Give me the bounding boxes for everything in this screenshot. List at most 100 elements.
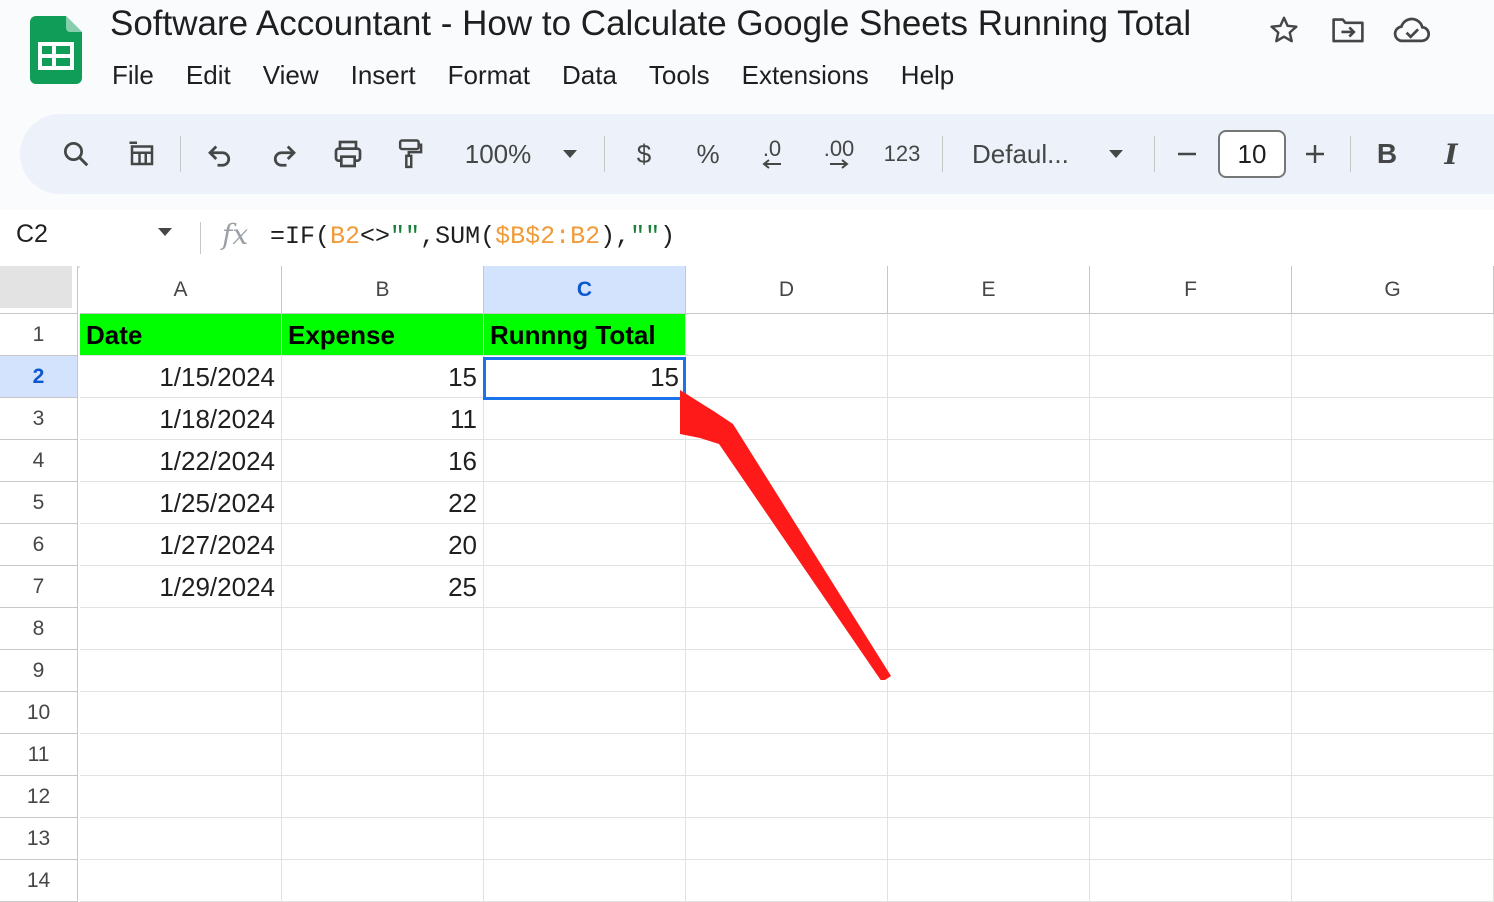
formula-input[interactable]: =IF(B2<>"",SUM($B$2:B2),"") [270, 222, 675, 251]
cell-c6[interactable] [484, 524, 686, 566]
cell-f7[interactable] [1090, 566, 1292, 608]
cell-e5[interactable] [888, 482, 1090, 524]
cell-c11[interactable] [484, 734, 686, 776]
cell-e12[interactable] [888, 776, 1090, 818]
cell-c10[interactable] [484, 692, 686, 734]
cell-g2[interactable] [1292, 356, 1494, 398]
select-all-corner[interactable] [0, 266, 78, 314]
cell-g12[interactable] [1292, 776, 1494, 818]
cell-f11[interactable] [1090, 734, 1292, 776]
print-icon[interactable] [328, 134, 368, 174]
menu-file[interactable]: File [96, 54, 170, 98]
currency-button[interactable]: $ [628, 134, 660, 174]
cell-b12[interactable] [282, 776, 484, 818]
cell-d11[interactable] [686, 734, 888, 776]
cell-b11[interactable] [282, 734, 484, 776]
cell-e1[interactable] [888, 314, 1090, 356]
column-header-e[interactable]: E [888, 266, 1090, 314]
column-header-f[interactable]: F [1090, 266, 1292, 314]
cell-a6[interactable]: 1/27/2024 [80, 524, 282, 566]
cell-f6[interactable] [1090, 524, 1292, 566]
cell-c9[interactable] [484, 650, 686, 692]
google-sheets-logo[interactable] [30, 16, 82, 84]
cell-e3[interactable] [888, 398, 1090, 440]
cell-d12[interactable] [686, 776, 888, 818]
italic-button[interactable]: I [1436, 134, 1466, 174]
cell-f8[interactable] [1090, 608, 1292, 650]
font-family-select[interactable]: Defaul... [972, 134, 1084, 174]
cell-e7[interactable] [888, 566, 1090, 608]
table-icon[interactable] [122, 134, 162, 174]
menu-format[interactable]: Format [432, 54, 546, 98]
cell-c13[interactable] [484, 818, 686, 860]
cell-a8[interactable] [80, 608, 282, 650]
more-formats-button[interactable]: 123 [880, 134, 924, 174]
row-header-10[interactable]: 10 [0, 692, 78, 734]
menu-data[interactable]: Data [546, 54, 633, 98]
document-title[interactable]: Software Accountant - How to Calculate G… [110, 4, 1191, 44]
cell-a10[interactable] [80, 692, 282, 734]
cell-c7[interactable] [484, 566, 686, 608]
cell-g3[interactable] [1292, 398, 1494, 440]
minus-icon[interactable] [1172, 134, 1202, 174]
cell-c3[interactable] [484, 398, 686, 440]
cell-a13[interactable] [80, 818, 282, 860]
cloud-saved-icon[interactable] [1392, 10, 1432, 50]
cell-c5[interactable] [484, 482, 686, 524]
cell-g8[interactable] [1292, 608, 1494, 650]
cell-a7[interactable]: 1/29/2024 [80, 566, 282, 608]
cell-f1[interactable] [1090, 314, 1292, 356]
cell-c8[interactable] [484, 608, 686, 650]
row-header-11[interactable]: 11 [0, 734, 78, 776]
cell-a12[interactable] [80, 776, 282, 818]
row-header-1[interactable]: 1 [0, 314, 78, 356]
cell-g13[interactable] [1292, 818, 1494, 860]
cell-d1[interactable] [686, 314, 888, 356]
redo-icon[interactable] [264, 134, 304, 174]
cell-g5[interactable] [1292, 482, 1494, 524]
cell-g4[interactable] [1292, 440, 1494, 482]
row-header-3[interactable]: 3 [0, 398, 78, 440]
font-size-input[interactable]: 10 [1218, 130, 1286, 178]
cell-g9[interactable] [1292, 650, 1494, 692]
cell-b10[interactable] [282, 692, 484, 734]
cell-b8[interactable] [282, 608, 484, 650]
plus-icon[interactable] [1300, 134, 1330, 174]
cell-g10[interactable] [1292, 692, 1494, 734]
cell-a5[interactable]: 1/25/2024 [80, 482, 282, 524]
column-header-d[interactable]: D [686, 266, 888, 314]
cell-e9[interactable] [888, 650, 1090, 692]
cell-a9[interactable] [80, 650, 282, 692]
cell-b5[interactable]: 22 [282, 482, 484, 524]
cell-e4[interactable] [888, 440, 1090, 482]
row-header-2[interactable]: 2 [0, 356, 78, 398]
percent-button[interactable]: % [692, 134, 724, 174]
cell-b9[interactable] [282, 650, 484, 692]
cell-b3[interactable]: 11 [282, 398, 484, 440]
chevron-down-icon[interactable] [156, 226, 174, 238]
cell-b6[interactable]: 20 [282, 524, 484, 566]
row-header-9[interactable]: 9 [0, 650, 78, 692]
menu-edit[interactable]: Edit [170, 54, 247, 98]
column-header-b[interactable]: B [282, 266, 484, 314]
menu-insert[interactable]: Insert [335, 54, 432, 98]
cell-g7[interactable] [1292, 566, 1494, 608]
row-header-13[interactable]: 13 [0, 818, 78, 860]
cell-f10[interactable] [1090, 692, 1292, 734]
cell-d10[interactable] [686, 692, 888, 734]
cell-d13[interactable] [686, 818, 888, 860]
cell-b2[interactable]: 15 [282, 356, 484, 398]
cell-g6[interactable] [1292, 524, 1494, 566]
cell-a4[interactable]: 1/22/2024 [80, 440, 282, 482]
chevron-down-icon[interactable] [558, 134, 582, 174]
cell-c4[interactable] [484, 440, 686, 482]
cell-c12[interactable] [484, 776, 686, 818]
cell-e2[interactable] [888, 356, 1090, 398]
menu-extensions[interactable]: Extensions [726, 54, 885, 98]
row-header-7[interactable]: 7 [0, 566, 78, 608]
bold-button[interactable]: B [1372, 134, 1402, 174]
cell-b7[interactable]: 25 [282, 566, 484, 608]
decrease-decimal-button[interactable]: .0 [750, 134, 794, 174]
menu-view[interactable]: View [247, 54, 335, 98]
row-header-4[interactable]: 4 [0, 440, 78, 482]
